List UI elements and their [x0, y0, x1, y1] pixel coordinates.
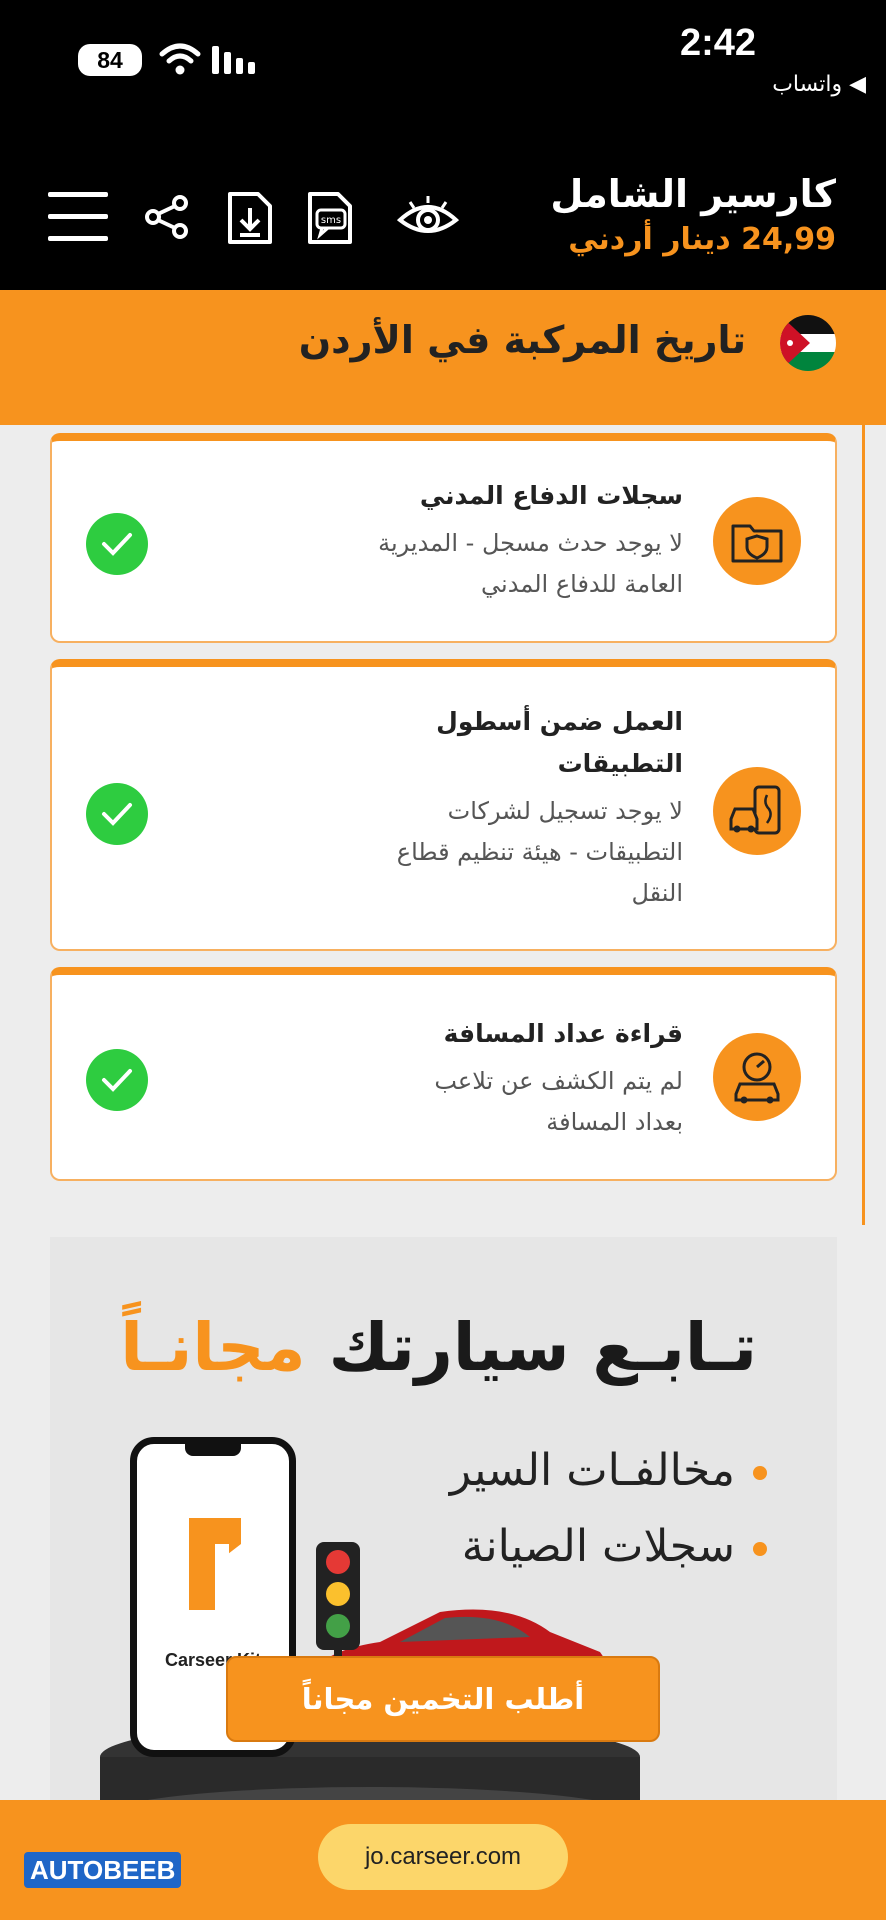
svg-text:sms: sms: [321, 215, 341, 226]
carseer-logo-icon: [189, 1518, 241, 1610]
card-title: سجلات الدفاع المدني: [419, 481, 683, 510]
scroll-track: [862, 425, 865, 1225]
record-card-civil-defense: سجلات الدفاع المدني لا يوجد حدث مسجل - ا…: [50, 433, 837, 643]
record-card-app-fleet: العمل ضمن أسطول التطبيقات لا يوجد تسجيل …: [50, 659, 837, 951]
check-icon: [86, 513, 148, 575]
battery-indicator: 84: [78, 44, 142, 76]
app-header: sms كارسير الشامل 24,99 دينار أردني: [0, 120, 886, 290]
promo-bullet: مخالفـات السير: [450, 1445, 767, 1496]
menu-icon[interactable]: [48, 192, 108, 242]
wifi-icon: [159, 43, 201, 75]
clock: 2:42: [680, 22, 757, 64]
report-content: سجلات الدفاع المدني لا يوجد حدث مسجل - ا…: [0, 425, 886, 1800]
section-title: تاريخ المركبة في الأردن: [298, 318, 746, 362]
promo-headline: تـابـع سيارتك مجانـاً: [120, 1309, 757, 1386]
card-description: لم يتم الكشف عن تلاعب بعداد المسافة: [434, 1067, 683, 1136]
footer-bar: AUTOBEEB jo.carseer.com: [0, 1800, 886, 1920]
jordan-flag-icon: [780, 315, 836, 371]
website-link[interactable]: jo.carseer.com: [318, 1824, 568, 1890]
card-description: لا يوجد حدث مسجل - المديرية العامة للدفا…: [378, 529, 683, 598]
car-app-icon: [713, 767, 801, 855]
eye-icon[interactable]: [396, 194, 460, 242]
app-price: 24,99 دينار أردني: [568, 222, 836, 257]
card-title: العمل ضمن أسطول التطبيقات: [436, 707, 683, 778]
folder-shield-icon: [713, 497, 801, 585]
signal-icon: [212, 46, 255, 74]
share-icon[interactable]: [144, 194, 190, 240]
status-bar: 84 2:42 ◀ واتساب: [0, 0, 886, 120]
odometer-car-icon: [713, 1033, 801, 1121]
card-description: لا يوجد تسجيل لشركات التطبيقات - هيئة تن…: [396, 797, 683, 907]
check-icon: [86, 783, 148, 845]
back-to-app-link[interactable]: ◀ واتساب: [772, 72, 866, 97]
free-estimate-button[interactable]: أطلب التخمين مجاناً: [226, 1656, 660, 1742]
traffic-light-icon: [316, 1542, 360, 1672]
section-banner: تاريخ المركبة في الأردن: [0, 290, 886, 425]
record-card-odometer: قراءة عداد المسافة لم يتم الكشف عن تلاعب…: [50, 967, 837, 1181]
sms-icon[interactable]: sms: [306, 190, 354, 246]
promo-bullet: سجلات الصيانة: [462, 1521, 767, 1572]
download-report-icon[interactable]: [226, 190, 274, 246]
app-title: كارسير الشامل: [550, 172, 836, 216]
watermark-logo: AUTOBEEB: [24, 1852, 182, 1888]
check-icon: [86, 1049, 148, 1111]
card-title: قراءة عداد المسافة: [443, 1019, 683, 1048]
